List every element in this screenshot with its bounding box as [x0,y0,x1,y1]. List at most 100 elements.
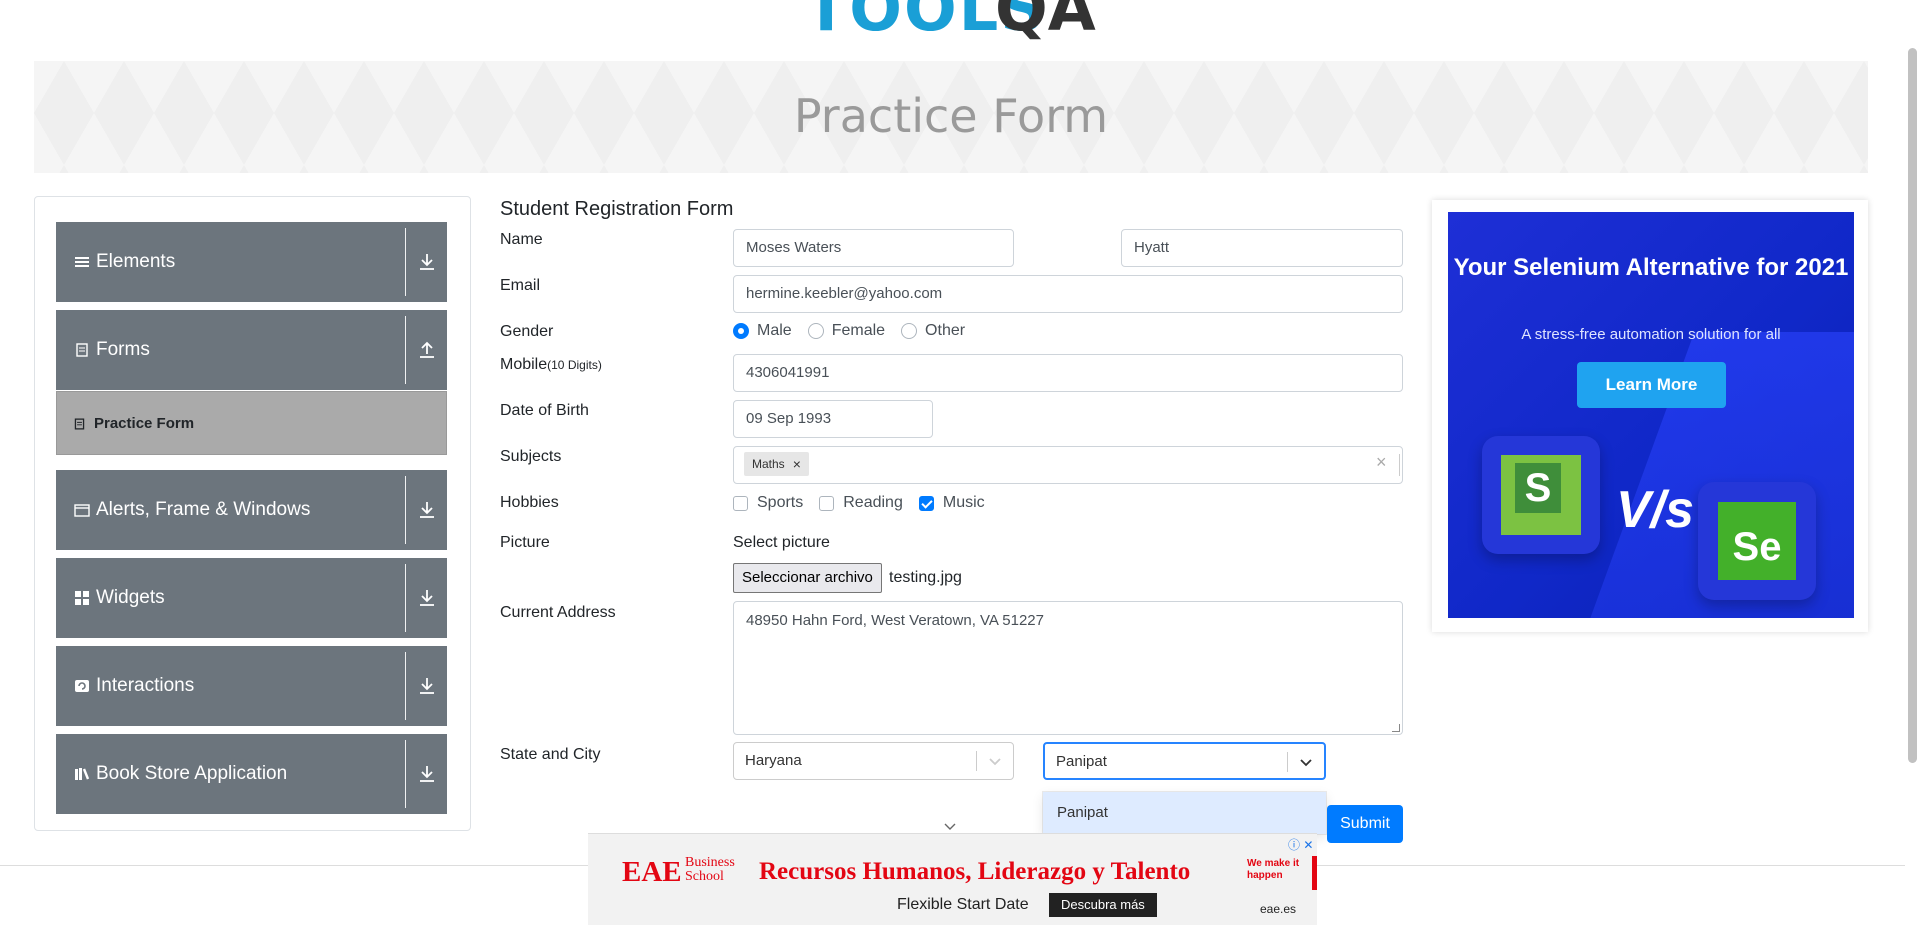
hobby-sports-option[interactable]: Sports [733,494,803,512]
sidebar-group-label: Interactions [96,675,195,696]
divider [405,740,406,808]
grid-icon [75,591,89,605]
divider [405,316,406,384]
sidebar-group-interactions[interactable]: Interactions [56,646,447,726]
email-label: Email [500,277,541,294]
radio-label: Other [925,322,966,339]
scrollbar-thumb[interactable] [1908,48,1917,763]
eae-logo-sub: Business School [685,855,735,884]
sidebar-group-label: Elements [96,251,176,272]
clear-subjects-icon[interactable]: × [1376,452,1387,473]
katalon-logo-mark [1501,455,1581,535]
subjects-input[interactable] [733,446,1403,484]
state-value: Haryana [745,752,802,769]
city-select[interactable]: Panipat [1043,742,1326,780]
download-icon [420,502,434,518]
window-icon [74,504,90,517]
selenium-logo-text: Se [1718,502,1796,580]
address-label: Current Address [500,604,616,621]
submit-button[interactable]: Submit [1327,805,1403,843]
download-icon [420,254,434,270]
ad-subline: A stress-free automation solution for al… [1521,326,1781,343]
date-of-birth-input[interactable]: 09 Sep 1993 [733,400,933,438]
download-icon [420,766,434,782]
interaction-icon [75,680,89,692]
checkbox-music[interactable] [918,495,934,511]
dob-label: Date of Birth [500,402,589,419]
ad-subtext: Flexible Start Date [897,896,1029,913]
state-select[interactable]: Haryana [733,742,1014,780]
checkbox-reading[interactable] [819,495,835,511]
checkbox-label: Sports [757,494,804,511]
resize-handle[interactable] [1392,724,1400,732]
eae-bottom-ad[interactable]: ⓘ ✕ EAE Business School Recursos Humanos… [588,833,1317,925]
gender-other-option[interactable]: Other [901,322,965,340]
ad-cta-button[interactable]: Descubra más [1049,893,1157,917]
sidebar-group-forms[interactable]: Forms [56,310,447,390]
radio-female[interactable] [807,323,824,339]
select-separator [976,751,977,771]
email-input[interactable]: hermine.keebler@yahoo.com [733,275,1403,313]
sidebar-item-practice-form[interactable]: Practice Form [56,391,447,455]
radio-label: Male [757,322,792,339]
sidebar-group-label: Book Store Application [96,763,288,784]
ad-domain: eae.es [1260,902,1297,916]
subjects-separator [1399,454,1400,476]
mobile-label-text: Mobile [500,356,548,373]
gender-male-option[interactable]: Male [733,322,792,340]
sidebar: Elements Forms Practice Form Alerts, Fra… [34,196,471,831]
choose-file-button[interactable]: Seleccionar archivo [733,563,882,593]
checkbox-sports[interactable] [733,495,748,511]
chevron-down-icon[interactable] [988,754,1002,768]
sidebar-group-alerts[interactable]: Alerts, Frame & Windows [56,470,447,550]
books-icon [75,768,90,780]
divider [405,564,406,632]
divider [405,228,406,296]
mobile-input[interactable]: 4306041991 [733,354,1403,392]
divider [405,476,406,544]
radio-other[interactable] [901,323,918,339]
page-banner: Practice Form [34,61,1868,173]
divider [405,652,406,720]
subject-chip-label: Maths [752,457,785,471]
chevron-down-icon[interactable] [944,820,956,832]
mobile-hint: (10 Digits) [547,358,602,372]
vertical-scrollbar[interactable] [1905,0,1920,925]
vs-text: V/s [1616,481,1695,539]
city-dropdown-option[interactable]: Panipat [1043,792,1326,834]
hobbies-label: Hobbies [500,494,559,511]
page-title: Practice Form [793,89,1109,143]
ad-accent-bar [1312,856,1317,890]
document-icon [76,343,88,357]
chevron-down-icon[interactable] [1299,755,1313,769]
eae-logo: EAE [622,856,682,888]
first-name-input[interactable]: Moses Waters [733,229,1014,267]
sidebar-group-label: Forms [96,339,150,360]
sidebar-group-elements[interactable]: Elements [56,222,447,302]
subject-chip: Maths × [744,452,809,476]
ad-close-icon[interactable]: ⓘ ✕ [1288,836,1313,853]
radio-label: Female [831,322,886,339]
city-value: Panipat [1056,753,1107,770]
ad-headline: Recursos Humanos, Liderazgo y Talento [759,858,1191,885]
logo-qa-text: QA [995,0,1096,45]
toolsqa-logo[interactable]: TOOLS QA [805,0,1115,50]
radio-male[interactable] [733,323,749,339]
state-city-label: State and City [500,746,601,763]
learn-more-button[interactable]: Learn More [1577,362,1726,408]
sidebar-group-bookstore[interactable]: Book Store Application [56,734,447,814]
download-icon [420,590,434,606]
last-name-input[interactable]: Hyatt [1121,229,1403,267]
current-address-textarea[interactable]: 48950 Hahn Ford, West Veratown, VA 51227 [733,601,1403,735]
file-name: testing.jpg [889,569,962,586]
hamburger-icon [75,257,89,267]
remove-chip-icon[interactable]: × [793,452,801,476]
hobby-reading-option[interactable]: Reading [819,494,903,512]
sidebar-group-widgets[interactable]: Widgets [56,558,447,638]
gender-female-option[interactable]: Female [807,322,886,340]
checkbox-label: Music [942,494,985,511]
hobby-music-option[interactable]: Music [918,494,985,512]
selenium-alternative-ad[interactable]: Your Selenium Alternative for 2021 A str… [1448,212,1854,618]
upload-icon [420,341,434,358]
select-picture-label: Select picture [733,534,830,551]
